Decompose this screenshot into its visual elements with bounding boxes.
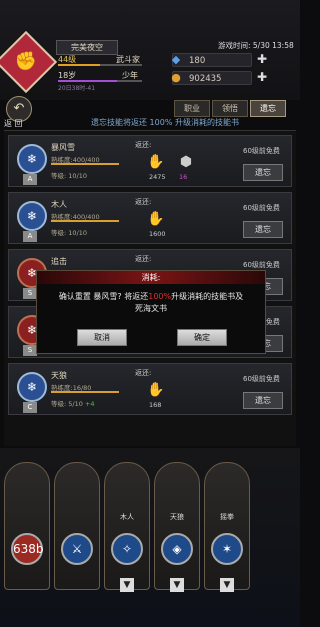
dialog-percent: 100% <box>148 292 172 301</box>
equip-card[interactable] <box>54 462 100 590</box>
download-arrow-icon[interactable]: ▼ <box>120 578 134 592</box>
equip-skill-icon[interactable]: ✧ <box>111 533 143 565</box>
equip-skill-icon[interactable]: 638b <box>11 533 44 565</box>
cancel-button[interactable]: 取消 <box>77 329 127 346</box>
equip-label: 木人 <box>120 513 134 521</box>
equip-label: 摇拳 <box>220 513 234 521</box>
dialog-title: 消耗: <box>37 271 265 284</box>
equip-card[interactable] <box>154 462 200 590</box>
equip-card[interactable] <box>204 462 250 590</box>
equip-card[interactable] <box>4 462 50 590</box>
dialog-message: 确认重置 暴风雪? 将返还100%升级消耗的技能书及死海文书 <box>55 291 247 315</box>
dialog-message-part1: 确认重置 暴风雪? 将返还 <box>58 292 149 301</box>
download-arrow-icon[interactable]: ▼ <box>170 578 184 592</box>
equip-label: 天狼 <box>170 513 184 521</box>
download-arrow-icon[interactable]: ▼ <box>220 578 234 592</box>
equip-card[interactable] <box>104 462 150 590</box>
equip-skill-icon[interactable]: ✶ <box>211 533 243 565</box>
equip-skill-icon[interactable]: ⚔ <box>61 533 93 565</box>
equip-skill-icon[interactable]: ◈ <box>161 533 193 565</box>
confirm-dialog: 消耗: 确认重置 暴风雪? 将返还100%升级消耗的技能书及死海文书 取消 确定 <box>36 270 266 354</box>
confirm-button[interactable]: 确定 <box>177 329 227 346</box>
